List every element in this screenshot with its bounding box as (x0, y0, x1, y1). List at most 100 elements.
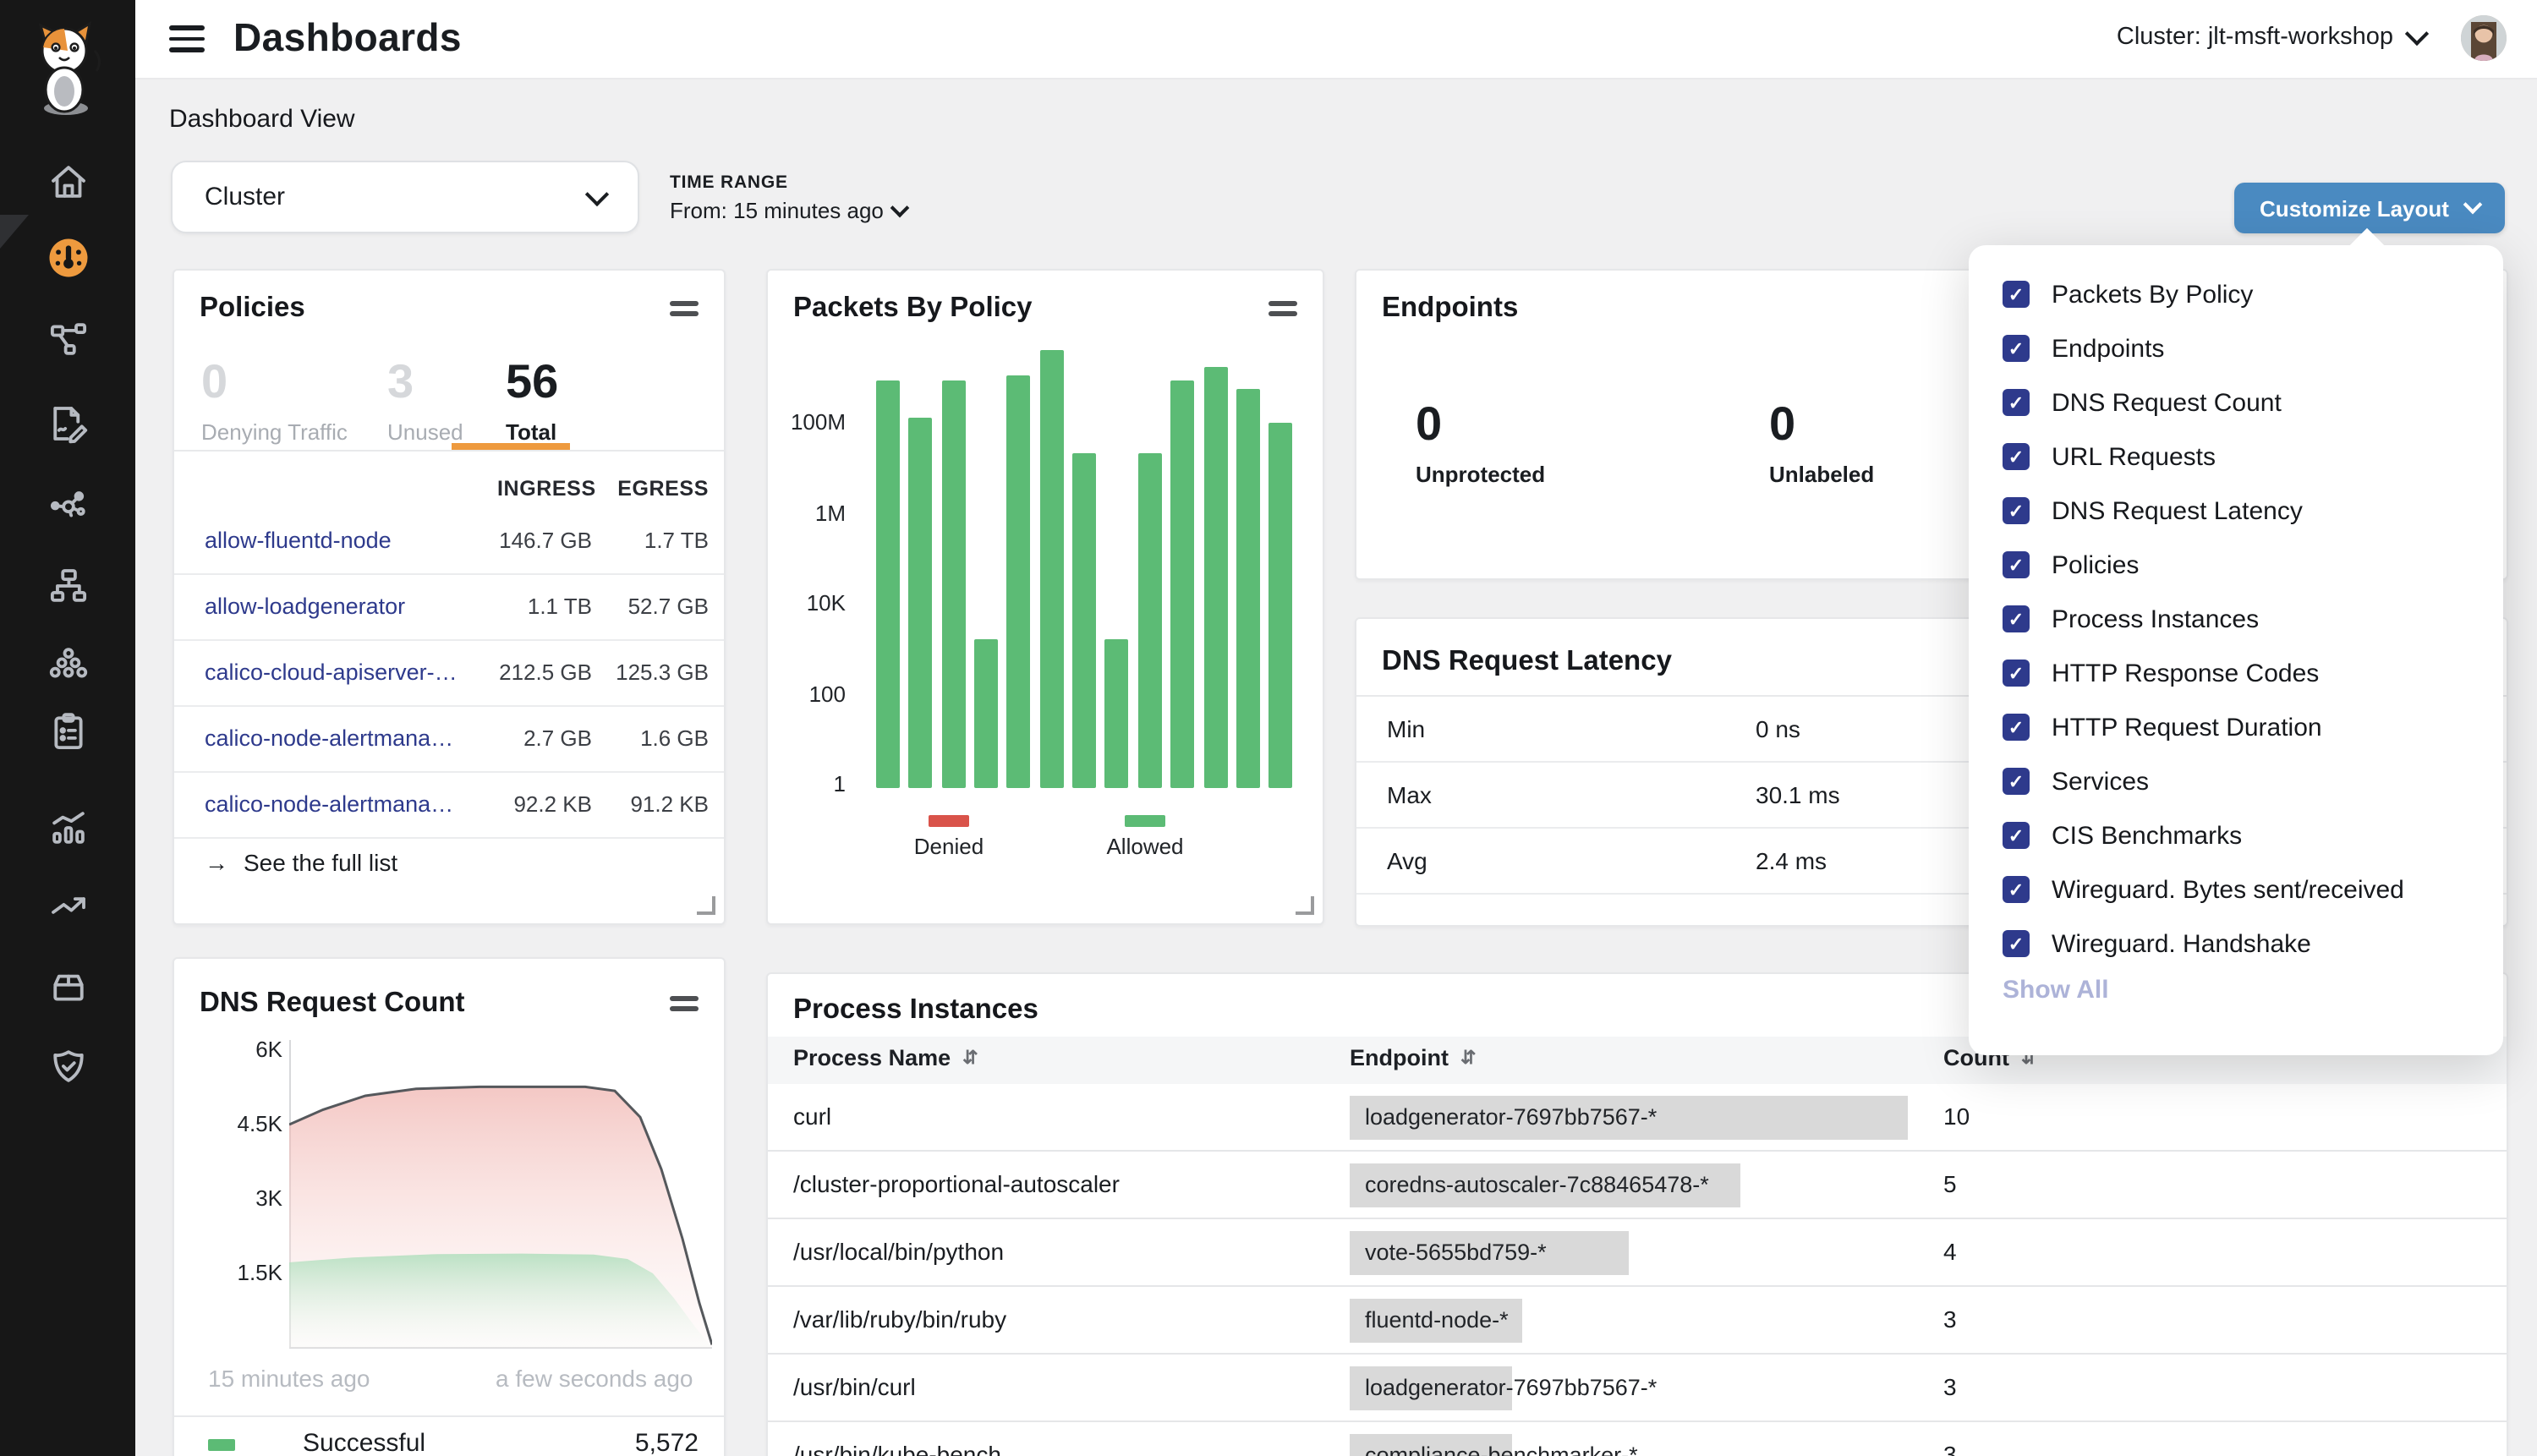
time-range-value[interactable]: From: 15 minutes ago (670, 198, 907, 223)
menu-item[interactable]: ✓ Endpoints (1969, 321, 2503, 375)
checkbox-checked-icon[interactable]: ✓ (2003, 335, 2030, 362)
checkbox-checked-icon[interactable]: ✓ (2003, 714, 2030, 741)
table-row: calico-node-alertmana… 92.2 KB 91.2 KB (174, 773, 724, 839)
policies-tab-unused[interactable]: 3 Unused (387, 355, 463, 445)
sidebar-item-trends[interactable] (0, 866, 135, 944)
sidebar-item-security[interactable] (0, 1026, 135, 1104)
menu-item[interactable]: ✓ Policies (1969, 538, 2503, 592)
y-tick: 1M (778, 501, 846, 526)
sidebar-item-sitemap[interactable] (0, 546, 135, 624)
menu-item[interactable]: ✓ DNS Request Count (1969, 375, 2503, 430)
sidebar-item-dashboards[interactable] (0, 218, 135, 296)
sidebar-item-analytics[interactable] (0, 788, 135, 866)
checkbox-checked-icon[interactable]: ✓ (2003, 551, 2030, 578)
checkbox-checked-icon[interactable]: ✓ (2003, 822, 2030, 849)
policies-tab-total[interactable]: 56 Total (506, 355, 558, 445)
view-select[interactable]: Cluster (171, 161, 639, 233)
sort-icon: ⇵ (962, 1047, 978, 1069)
top-bar: Dashboards Cluster: jlt-msft-workshop (135, 0, 2537, 79)
checkbox-checked-icon[interactable]: ✓ (2003, 876, 2030, 903)
network-policies-icon (45, 315, 90, 361)
menu-item[interactable]: ✓ Services (1969, 754, 2503, 808)
sidebar-item-compliance-reports[interactable] (0, 692, 135, 769)
sidebar-item-packages[interactable] (0, 947, 135, 1025)
drag-handle-icon[interactable] (670, 301, 699, 316)
legend-swatch-allowed (1125, 815, 1165, 827)
sidebar-item-network-policies[interactable] (0, 299, 135, 377)
bar-chart (876, 342, 1302, 788)
cluster-switcher[interactable]: Cluster: jlt-msft-workshop (2117, 24, 2425, 51)
egress-value: 1.7 TB (573, 528, 709, 553)
sidebar-item-policy-edit[interactable] (0, 384, 135, 462)
resize-handle[interactable] (697, 896, 715, 915)
menu-item[interactable]: ✓ HTTP Request Duration (1969, 700, 2503, 754)
menu-item[interactable]: ✓ Wireguard. Handshake (1969, 917, 2503, 971)
column-header-process-name[interactable]: Process Name⇵ (793, 1045, 978, 1070)
card-title: Packets By Policy (793, 293, 1033, 325)
latency-label: Max (1387, 781, 1432, 808)
latency-label: Min (1387, 715, 1425, 742)
checkbox-checked-icon[interactable]: ✓ (2003, 443, 2030, 470)
checkbox-checked-icon[interactable]: ✓ (2003, 930, 2030, 957)
see-full-list-link[interactable]: → See the full list (205, 849, 397, 876)
checkbox-checked-icon[interactable]: ✓ (2003, 768, 2030, 795)
card-title: Endpoints (1382, 293, 1518, 325)
dns-request-count-card: DNS Request Count 6K 4.5K 3K 1.5K 15 min… (173, 957, 726, 1456)
latency-value: 2.4 ms (1756, 847, 1827, 874)
policy-link[interactable]: calico-node-alertmana… (205, 725, 453, 751)
menu-item[interactable]: ✓ HTTP Response Codes (1969, 646, 2503, 700)
policy-link[interactable]: allow-loadgenerator (205, 594, 405, 619)
ingress-value: 1.1 TB (440, 594, 592, 619)
checkbox-checked-icon[interactable]: ✓ (2003, 660, 2030, 687)
legend-value: 5,572 (563, 1429, 699, 1456)
table-row: /cluster-proportional-autoscaler coredns… (768, 1152, 2507, 1219)
card-title: DNS Request Count (200, 988, 465, 1020)
policy-link[interactable]: calico-cloud-apiserver-… (205, 660, 458, 685)
sitemap-icon (45, 562, 90, 608)
show-all-link[interactable]: Show All (2003, 976, 2109, 1004)
endpoints-unlabeled: 0 Unlabeled (1769, 397, 1874, 487)
policies-tab-denying[interactable]: 0 Denying Traffic (201, 355, 348, 445)
policy-link[interactable]: calico-node-alertmana… (205, 791, 453, 817)
resize-handle[interactable] (1296, 896, 1314, 915)
menu-item[interactable]: ✓ Wireguard. Bytes sent/received (1969, 862, 2503, 917)
process-table: curl loadgenerator-7697bb7567-* 10 /clus… (768, 1084, 2507, 1456)
x-axis-label: 15 minutes ago (208, 1365, 370, 1392)
table-row: /var/lib/ruby/bin/ruby fluentd-node-* 3 (768, 1287, 2507, 1355)
bar-allowed (908, 418, 932, 788)
drag-handle-icon[interactable] (670, 996, 699, 1011)
policy-link[interactable]: allow-fluentd-node (205, 528, 392, 553)
menu-item[interactable]: ✓ DNS Request Latency (1969, 484, 2503, 538)
checkbox-checked-icon[interactable]: ✓ (2003, 281, 2030, 308)
arrow-right-icon: → (205, 849, 228, 876)
divider (174, 1415, 724, 1417)
menu-item[interactable]: ✓ CIS Benchmarks (1969, 808, 2503, 862)
avatar[interactable] (2461, 15, 2507, 61)
sidebar-item-service-graph[interactable] (0, 465, 135, 543)
sidebar-item-home[interactable] (0, 142, 135, 220)
table-row: /usr/local/bin/python vote-5655bd759-* 4 (768, 1219, 2507, 1287)
customize-layout-button[interactable]: Customize Layout (2234, 183, 2505, 233)
endpoint-chip: loadgenerator-7697bb7567-* (1350, 1366, 1512, 1410)
drag-handle-icon[interactable] (1268, 301, 1297, 316)
bar-allowed (942, 380, 966, 788)
menu-item[interactable]: ✓ URL Requests (1969, 430, 2503, 484)
endpoint-chip: fluentd-node-* (1350, 1299, 1522, 1343)
column-header-endpoint[interactable]: Endpoint⇵ (1350, 1045, 1476, 1070)
checkbox-checked-icon[interactable]: ✓ (2003, 497, 2030, 524)
menu-icon[interactable] (169, 25, 205, 52)
calico-cat-logo[interactable] (22, 20, 113, 118)
card-title: Policies (200, 293, 305, 325)
checkbox-checked-icon[interactable]: ✓ (2003, 605, 2030, 632)
view-select-value: Cluster (205, 183, 285, 211)
ingress-value: 212.5 GB (440, 660, 592, 685)
checkbox-checked-icon[interactable]: ✓ (2003, 389, 2030, 416)
menu-item[interactable]: ✓ Packets By Policy (1969, 267, 2503, 321)
y-tick: 100M (778, 409, 846, 435)
bar-allowed (1236, 389, 1260, 788)
sidebar-item-endpoints-cluster[interactable] (0, 624, 135, 702)
cluster-switcher-label: Cluster: jlt-msft-workshop (2117, 24, 2393, 51)
y-tick: 10K (778, 590, 846, 616)
y-tick: 6K (215, 1037, 282, 1062)
menu-item[interactable]: ✓ Process Instances (1969, 592, 2503, 646)
